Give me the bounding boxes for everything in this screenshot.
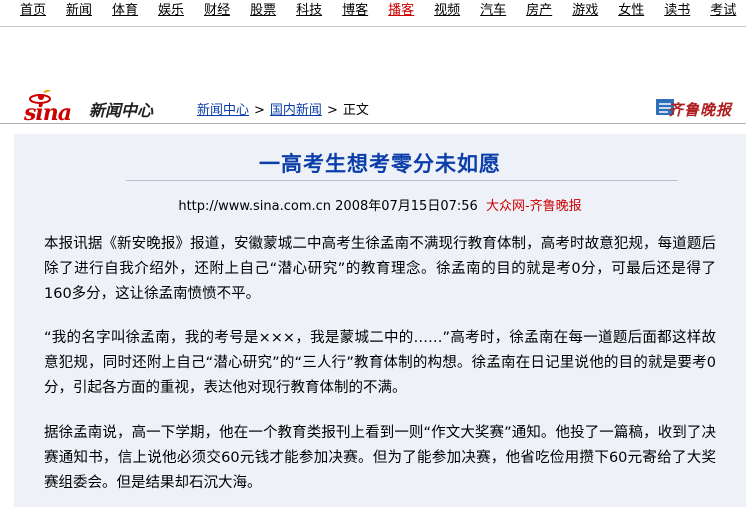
breadcrumb-sep: > bbox=[254, 103, 265, 118]
site-name: 新闻中心 bbox=[89, 101, 154, 120]
top-nav-item[interactable]: 娱乐 bbox=[158, 0, 184, 22]
top-nav-item[interactable]: 财经 bbox=[204, 0, 230, 22]
top-nav: 首页 新闻 体育 娱乐 财经 股票 科技 博客 播客 视频 汽车 房产 游戏 女性 读书 考试 bbox=[0, 0, 746, 22]
article-meta: http://www.sina.com.cn 2008年07月15日07:56 … bbox=[14, 195, 746, 214]
top-nav-item[interactable]: 考试 bbox=[710, 0, 736, 22]
top-nav-item[interactable]: 播客 bbox=[388, 0, 414, 22]
header: sina 新闻中心 新闻中心 > 国内新闻 > 正文 齐鲁晚报 bbox=[0, 84, 746, 134]
title-divider bbox=[126, 180, 678, 181]
breadcrumb-home-link[interactable]: 新闻中心 bbox=[197, 103, 249, 118]
breadcrumb-section-link[interactable]: 国内新闻 bbox=[270, 103, 322, 118]
newspaper-logo: 齐鲁晚报 bbox=[656, 96, 736, 120]
top-nav-item[interactable]: 博客 bbox=[342, 0, 368, 22]
top-nav-item[interactable]: 读书 bbox=[664, 0, 690, 22]
article-paragraph: 本报讯据《新安晚报》报道，安徽蒙城二中高考生徐孟南不满现行教育体制，高考时故意犯… bbox=[44, 236, 716, 302]
breadcrumb-current: 正文 bbox=[342, 103, 369, 118]
top-nav-item[interactable]: 汽车 bbox=[480, 0, 506, 22]
breadcrumb-sep: > bbox=[326, 103, 338, 118]
article-paragraph: 据徐孟南说，高一下学期，他在一个教育类报刊上看到一则“作文大奖赛”通知。他投了一… bbox=[44, 425, 716, 491]
meta-url: http://www.sina.com.cn bbox=[178, 199, 332, 214]
top-nav-item[interactable]: 体育 bbox=[112, 0, 138, 22]
top-nav-item[interactable]: 房产 bbox=[526, 0, 552, 22]
header-divider bbox=[0, 123, 746, 124]
top-nav-divider bbox=[0, 26, 746, 27]
sina-logo[interactable]: sina bbox=[22, 90, 84, 126]
top-nav-item[interactable]: 新闻 bbox=[66, 0, 92, 22]
meta-source-link[interactable]: 大众网-齐鲁晚报 bbox=[486, 199, 582, 214]
top-nav-item[interactable]: 女性 bbox=[618, 0, 644, 22]
breadcrumb: 新闻中心 > 国内新闻 > 正文 bbox=[197, 99, 369, 118]
article-paragraph: “我的名字叫徐孟南，我的考号是×××，我是蒙城二中的……”高考时，徐孟南在每一道… bbox=[44, 330, 716, 396]
top-nav-item[interactable]: 科技 bbox=[296, 0, 322, 22]
top-nav-item[interactable]: 首页 bbox=[20, 0, 46, 22]
top-nav-item[interactable]: 游戏 bbox=[572, 0, 598, 22]
newspaper-logo-text: 齐鲁晚报 bbox=[668, 101, 733, 119]
article-title: 一高考生想考零分未如愿 bbox=[259, 152, 501, 176]
top-nav-item[interactable]: 股票 bbox=[250, 0, 276, 22]
article: 一高考生想考零分未如愿 http://www.sina.com.cn 2008年… bbox=[14, 134, 746, 507]
meta-date: 2008年07月15日07:56 bbox=[335, 199, 478, 214]
top-nav-item[interactable]: 视频 bbox=[434, 0, 460, 22]
